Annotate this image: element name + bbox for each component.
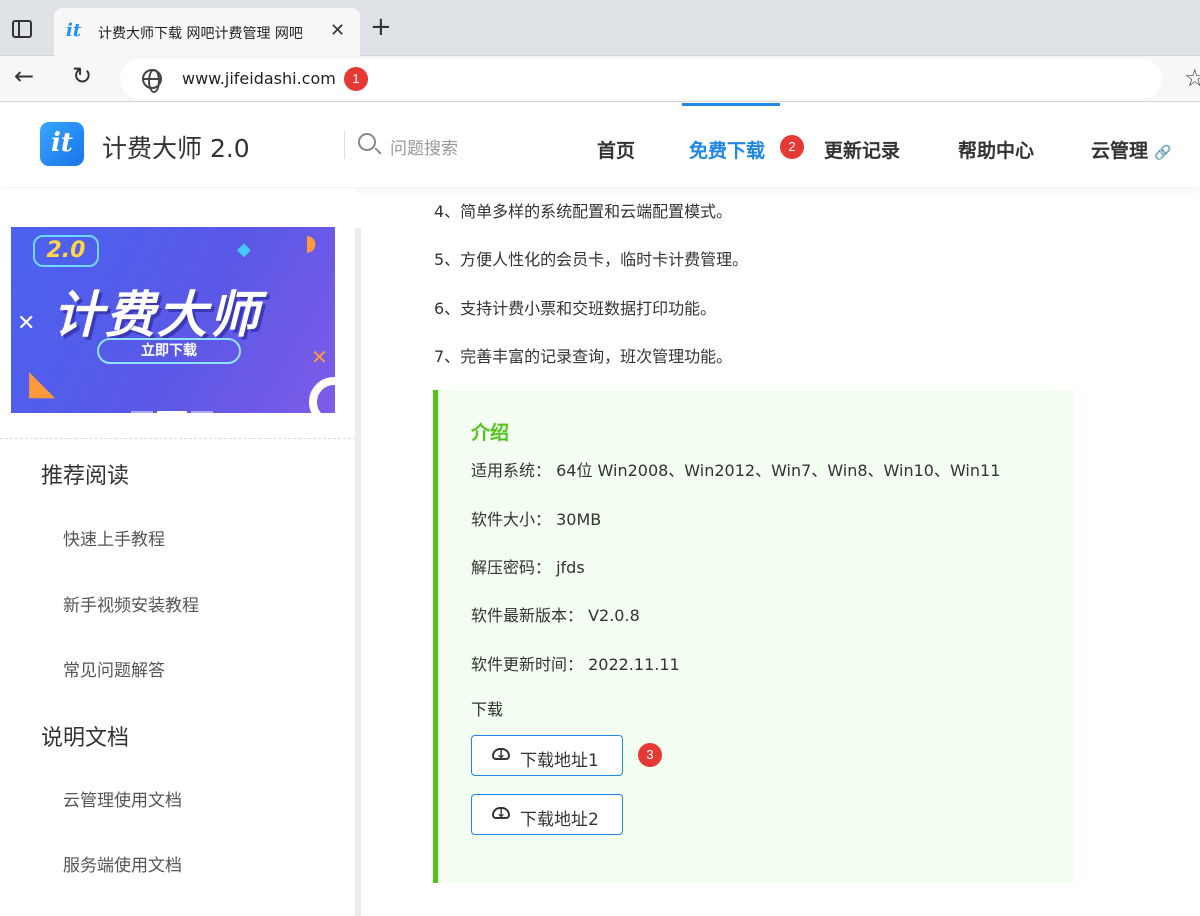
sidebar-divider [0, 438, 356, 439]
decor-drop-icon: ◆ [237, 239, 251, 260]
banner-title: 计费大师 [53, 286, 261, 344]
feature-item: 7、完善丰富的记录查询，班次管理功能。 [434, 347, 733, 366]
download-link-2-label: 下载地址2 [520, 810, 599, 830]
feature-item: 6、支持计费小票和交班数据打印功能。 [434, 299, 717, 318]
nav-help[interactable]: 帮助中心 [958, 136, 1034, 163]
nav-download[interactable]: 免费下载 [689, 136, 765, 163]
tab-close-icon[interactable]: ✕ [330, 20, 345, 41]
decor-ring [309, 377, 335, 413]
feature-item: 5、方便人性化的会员卡，临时卡计费管理。 [434, 250, 749, 269]
sidebar-link-cloud-docs[interactable]: 云管理使用文档 [63, 786, 182, 811]
external-link-icon: 🔗 [1154, 145, 1172, 161]
banner-pagination[interactable] [131, 399, 217, 413]
nav-cloud-label: 云管理 [1091, 140, 1149, 162]
step-badge-2: 2 [780, 135, 804, 159]
banner-version-badge: 2.0 [33, 235, 99, 267]
sidebar-link-faq[interactable]: 常见问题解答 [63, 656, 165, 681]
cloud-download-icon [492, 747, 510, 761]
decor-shape-icon: ◗ [305, 231, 317, 256]
intro-panel: 介绍 适用系统： 64位 Win2008、Win2012、Win7、Win8、W… [433, 390, 1074, 883]
promo-banner[interactable]: 2.0 计费大师 立即下载 ✕ ✕ ◆ ◗ ◣ [11, 227, 335, 413]
nav-home[interactable]: 首页 [597, 136, 635, 163]
download-link-1-label: 下载地址1 [520, 751, 599, 771]
cloud-download-icon [492, 806, 510, 820]
back-button[interactable]: ← [14, 62, 34, 90]
reload-button[interactable]: ↻ [72, 62, 92, 90]
docs-heading: 说明文档 [41, 726, 130, 751]
download-link-1-button[interactable]: 下载地址1 [471, 735, 623, 776]
feature-item: 4、简单多样的系统配置和云端配置模式。 [434, 202, 733, 221]
info-version: 软件最新版本： V2.0.8 [471, 606, 640, 625]
sidebar: 2.0 计费大师 立即下载 ✕ ✕ ◆ ◗ ◣ 推荐阅读 快速上手教程 新手视频… [0, 188, 356, 916]
browser-toolbar: ← ↻ www.jifeidashi.com 1 ☆ [0, 56, 1200, 102]
browser-tab-bar: it 计费大师下载 网吧计费管理 网吧 ✕ + [0, 0, 1200, 56]
favicon-icon: it [66, 20, 82, 41]
info-updated: 软件更新时间： 2022.11.11 [471, 655, 680, 674]
download-label: 下载 [471, 700, 504, 719]
recommended-heading: 推荐阅读 [41, 464, 130, 489]
header-divider [344, 131, 345, 159]
new-tab-button[interactable]: + [370, 14, 392, 40]
info-size: 软件大小： 30MB [471, 510, 602, 529]
sidebar-link-server-docs[interactable]: 服务端使用文档 [63, 851, 182, 876]
site-name[interactable]: 计费大师 2.0 [102, 129, 250, 165]
favorite-star-icon[interactable]: ☆ [1184, 64, 1200, 92]
tab-title: 计费大师下载 网吧计费管理 网吧 [98, 26, 303, 42]
window-menu-icon[interactable] [12, 20, 32, 38]
site-header: it 计费大师 2.0 问题搜索 首页 免费下载 2 更新记录 帮助中心 云管理… [0, 103, 1200, 187]
browser-tab[interactable]: it 计费大师下载 网吧计费管理 网吧 ✕ [54, 8, 360, 56]
nav-changelog[interactable]: 更新记录 [824, 136, 900, 163]
nav-active-indicator [682, 103, 780, 106]
globe-icon [142, 69, 162, 93]
sidebar-link-quickstart[interactable]: 快速上手教程 [63, 525, 165, 550]
info-system: 适用系统： 64位 Win2008、Win2012、Win7、Win8、Win1… [471, 461, 1001, 480]
download-link-2-button[interactable]: 下载地址2 [471, 794, 623, 835]
decor-cross-icon: ✕ [17, 311, 36, 336]
decor-cross-icon: ✕ [311, 345, 328, 369]
intro-title: 介绍 [471, 422, 510, 444]
step-badge-1: 1 [344, 67, 368, 91]
sidebar-scrollbar[interactable] [355, 228, 361, 916]
banner-download-button[interactable]: 立即下载 [97, 338, 241, 364]
step-badge-3: 3 [638, 743, 662, 767]
address-bar[interactable]: www.jifeidashi.com 1 [120, 59, 1162, 99]
sidebar-link-video-install[interactable]: 新手视频安装教程 [63, 591, 199, 616]
search-icon[interactable] [358, 133, 376, 151]
url-text[interactable]: www.jifeidashi.com [182, 69, 336, 88]
decor-boot-icon: ◣ [29, 363, 56, 403]
site-logo-icon[interactable]: it [40, 122, 84, 166]
nav-cloud[interactable]: 云管理 🔗 [1091, 136, 1171, 163]
info-password: 解压密码： jfds [471, 558, 585, 577]
search-input[interactable]: 问题搜索 [390, 134, 458, 159]
